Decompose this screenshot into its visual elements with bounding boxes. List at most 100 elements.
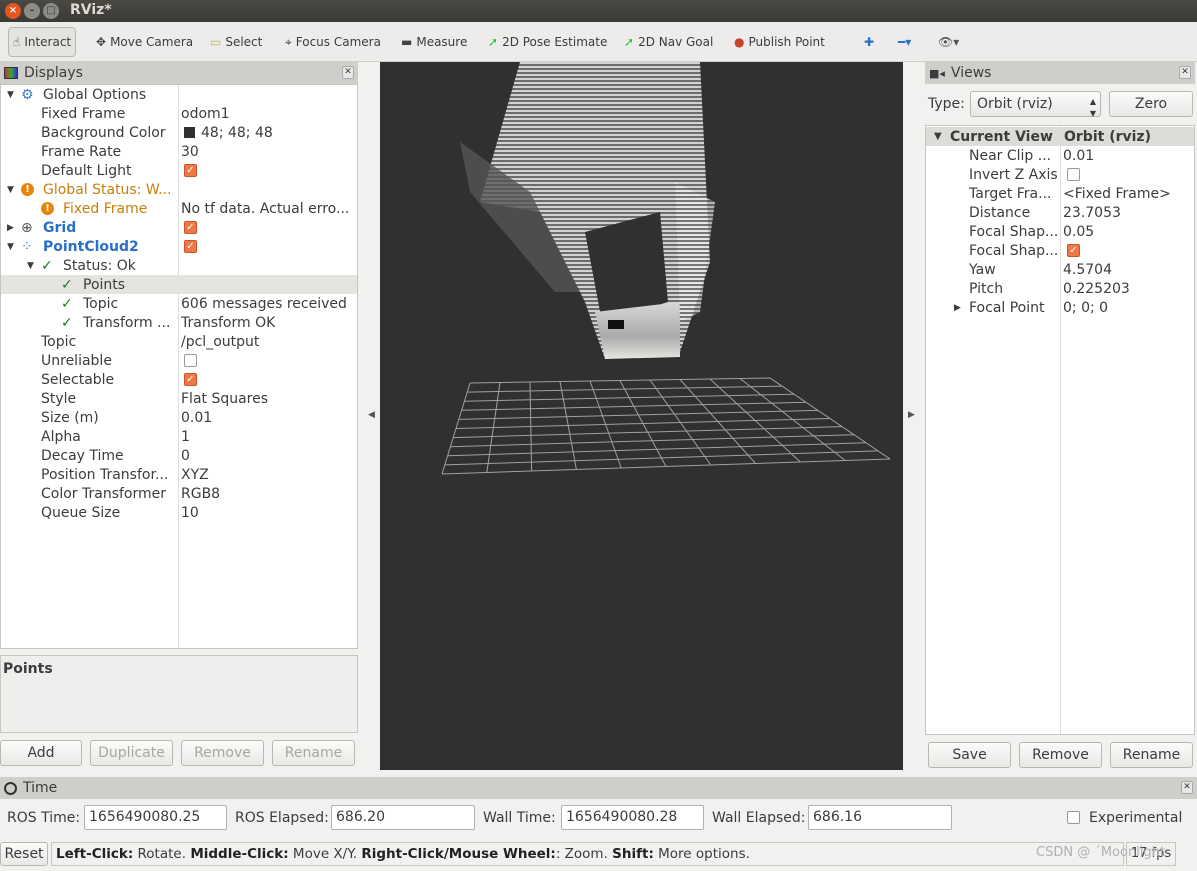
expander-icon[interactable]: ▼ bbox=[7, 90, 14, 100]
collapse-right-arrow-icon[interactable]: ▶ bbox=[908, 410, 915, 420]
property-value[interactable]: Flat Squares bbox=[181, 391, 268, 407]
property-value[interactable]: 10 bbox=[181, 505, 199, 521]
views-tree[interactable]: ▼ Current View Orbit (rviz) Near Clip ..… bbox=[925, 125, 1195, 735]
remove-button[interactable]: Remove bbox=[181, 740, 264, 766]
checkbox[interactable]: ✓ bbox=[184, 240, 197, 253]
close-views-button[interactable]: ✕ bbox=[1179, 66, 1191, 79]
display-row[interactable]: ▼! Global Status: W... bbox=[1, 180, 357, 199]
property-value[interactable]: 48; 48; 48 bbox=[201, 125, 273, 141]
reset-button[interactable]: Reset bbox=[0, 842, 48, 866]
property-value[interactable]: 0; 0; 0 bbox=[1063, 300, 1108, 316]
view-property-row[interactable]: Target Fra... <Fixed Frame> bbox=[926, 184, 1194, 203]
view-property-row[interactable]: ▶ Focal Point 0; 0; 0 bbox=[926, 298, 1194, 317]
display-row[interactable]: Queue Size 10 bbox=[1, 503, 357, 522]
display-row[interactable]: ▼ ⁘ PointCloud2 ✓ bbox=[1, 237, 357, 256]
experimental-checkbox[interactable] bbox=[1067, 811, 1080, 824]
maximize-window-button[interactable]: □ bbox=[43, 3, 59, 19]
view-property-row[interactable]: Focal Shap... 0.05 bbox=[926, 222, 1194, 241]
view-property-row[interactable]: Pitch 0.225203 bbox=[926, 279, 1194, 298]
close-window-button[interactable]: × bbox=[5, 3, 21, 19]
property-value[interactable]: XYZ bbox=[181, 467, 209, 483]
tool-select[interactable]: ▭ Select bbox=[206, 27, 266, 57]
display-row[interactable]: Style Flat Squares bbox=[1, 389, 357, 408]
collapse-left-arrow-icon[interactable]: ◀ bbox=[368, 410, 375, 420]
display-row[interactable]: Position Transfor... XYZ bbox=[1, 465, 357, 484]
expander-icon[interactable]: ▼ bbox=[7, 185, 14, 195]
property-value[interactable]: <Fixed Frame> bbox=[1063, 186, 1171, 202]
property-value[interactable]: 0.05 bbox=[1063, 224, 1094, 240]
display-row[interactable]: Unreliable bbox=[1, 351, 357, 370]
expander-icon[interactable]: ▼ bbox=[27, 261, 34, 271]
ros-elapsed-field[interactable]: 686.20 bbox=[331, 805, 475, 830]
current-view-header[interactable]: ▼ Current View Orbit (rviz) bbox=[926, 127, 1194, 146]
display-row[interactable]: ▼ ⚙ Global Options bbox=[1, 85, 357, 104]
display-row[interactable]: ▶ ⊕ Grid ✓ bbox=[1, 218, 357, 237]
display-row[interactable]: ! Fixed Frame No tf data. Actual erro... bbox=[1, 199, 357, 218]
property-value[interactable]: 0.01 bbox=[181, 410, 212, 426]
property-value[interactable]: 0.225203 bbox=[1063, 281, 1130, 297]
view-property-row[interactable]: Near Clip ... 0.01 bbox=[926, 146, 1194, 165]
property-value[interactable]: RGB8 bbox=[181, 486, 220, 502]
checkbox[interactable]: ✓ bbox=[184, 373, 197, 386]
display-row[interactable]: ✓ Topic 606 messages received bbox=[1, 294, 357, 313]
display-row[interactable]: Topic/pcl_output bbox=[1, 332, 357, 351]
property-value[interactable]: 4.5704 bbox=[1063, 262, 1112, 278]
minus-icon[interactable]: ━▾ bbox=[894, 27, 915, 57]
add-button[interactable]: Add bbox=[0, 740, 82, 766]
wall-elapsed-field[interactable]: 686.16 bbox=[808, 805, 952, 830]
display-row[interactable]: ✓ Transform ... Transform OK bbox=[1, 313, 357, 332]
displays-tree[interactable]: ▼ ⚙ Global Options Fixed Frame odom1 Backgrou… bbox=[0, 84, 358, 649]
display-row[interactable]: Color Transformer RGB8 bbox=[1, 484, 357, 503]
display-row[interactable]: Default Light ✓ bbox=[1, 161, 357, 180]
display-row[interactable]: Frame Rate 30 bbox=[1, 142, 357, 161]
tool-measure[interactable]: ▬ Measure bbox=[397, 27, 471, 57]
3d-viewport[interactable] bbox=[380, 62, 903, 770]
checkbox[interactable]: ✓ bbox=[1067, 244, 1080, 257]
display-row[interactable]: Background Color 48; 48; 48 bbox=[1, 123, 357, 142]
display-row[interactable]: Alpha 1 bbox=[1, 427, 357, 446]
display-row[interactable]: Selectable ✓ bbox=[1, 370, 357, 389]
tool-2d-pose-estimate[interactable]: ➚ 2D Pose Estimate bbox=[484, 27, 611, 57]
property-value[interactable]: 0.01 bbox=[1063, 148, 1094, 164]
rename-button[interactable]: Rename bbox=[272, 740, 355, 766]
property-value[interactable]: 606 messages received bbox=[181, 296, 347, 312]
view-property-row[interactable]: Distance 23.7053 bbox=[926, 203, 1194, 222]
plus-icon[interactable]: ✚ bbox=[860, 27, 878, 57]
property-value[interactable]: /pcl_output bbox=[181, 334, 259, 350]
tool-focus-camera[interactable]: ⌖ Focus Camera bbox=[281, 27, 385, 57]
property-value[interactable]: No tf data. Actual erro... bbox=[181, 201, 349, 217]
checkbox[interactable] bbox=[1067, 168, 1080, 181]
rename-view-button[interactable]: Rename bbox=[1110, 742, 1193, 768]
tool-2d-nav-goal[interactable]: ➚ 2D Nav Goal bbox=[620, 27, 717, 57]
tool-interact[interactable]: ☝ Interact bbox=[8, 27, 77, 57]
wall-time-field[interactable]: 1656490080.28 bbox=[561, 805, 704, 830]
ros-time-field[interactable]: 1656490080.25 bbox=[84, 805, 227, 830]
property-value[interactable]: 30 bbox=[181, 144, 199, 160]
color-swatch[interactable] bbox=[184, 127, 195, 138]
tool-publish-point[interactable]: ● Publish Point bbox=[730, 27, 829, 57]
view-property-row[interactable]: Focal Shap... ✓ bbox=[926, 241, 1194, 260]
tool-move-camera[interactable]: ✥ Move Camera bbox=[92, 27, 197, 57]
display-row[interactable]: Decay Time 0 bbox=[1, 446, 357, 465]
close-panel-button[interactable]: ✕ bbox=[342, 66, 354, 79]
view-property-row[interactable]: Yaw 4.5704 bbox=[926, 260, 1194, 279]
checkbox[interactable]: ✓ bbox=[184, 164, 197, 177]
property-value[interactable]: 0 bbox=[181, 448, 190, 464]
expander-icon[interactable]: ▼ bbox=[7, 242, 14, 252]
view-type-select[interactable]: Orbit (rviz) ▲ ▼ bbox=[970, 91, 1101, 118]
zero-button[interactable]: Zero bbox=[1109, 91, 1193, 117]
expander-icon[interactable]: ▶ bbox=[954, 303, 961, 313]
close-time-button[interactable]: ✕ bbox=[1181, 781, 1193, 794]
expander-icon[interactable]: ▶ bbox=[7, 223, 14, 233]
view-property-row[interactable]: Invert Z Axis bbox=[926, 165, 1194, 184]
display-row[interactable]: ▼ ✓ Status: Ok bbox=[1, 256, 357, 275]
property-value[interactable]: Transform OK bbox=[181, 315, 275, 331]
save-view-button[interactable]: Save bbox=[928, 742, 1011, 768]
duplicate-button[interactable]: Duplicate bbox=[90, 740, 173, 766]
property-value[interactable]: odom1 bbox=[181, 106, 230, 122]
checkbox[interactable] bbox=[184, 354, 197, 367]
display-row[interactable]: ✓ Points bbox=[1, 275, 357, 294]
property-value[interactable]: 23.7053 bbox=[1063, 205, 1121, 221]
minimize-window-button[interactable]: – bbox=[24, 3, 40, 19]
eye-icon[interactable]: 👁▾ bbox=[934, 27, 963, 57]
